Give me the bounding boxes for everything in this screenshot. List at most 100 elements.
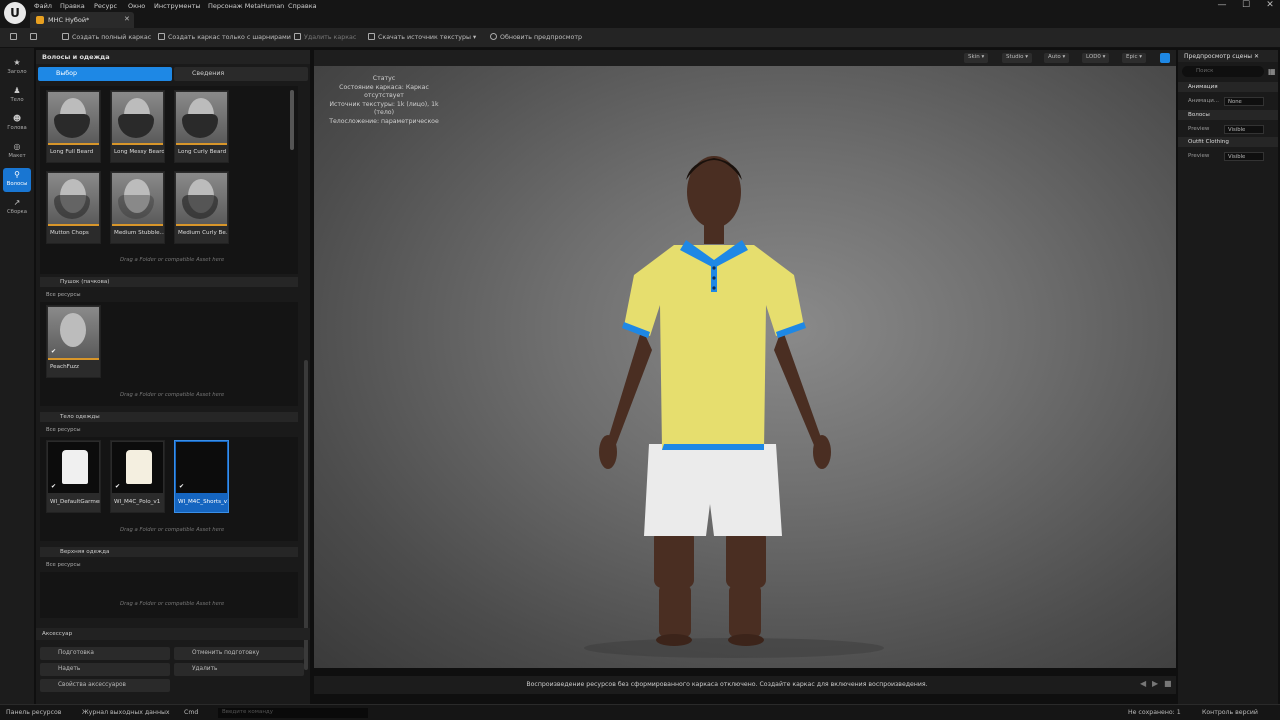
create-full-rig-label: Создать полный каркас xyxy=(72,34,152,41)
tile-underline xyxy=(48,358,99,360)
scene-preview-tab[interactable]: Предпросмотр сцены ✕ xyxy=(1178,50,1278,62)
menu-tools[interactable]: Инструменты xyxy=(154,2,201,10)
cancel-prepare-button[interactable]: Отменить подготовку xyxy=(174,647,304,660)
nav-item-blueprint[interactable]: ★ Заголо xyxy=(3,56,31,80)
close-window-button[interactable]: ✕ xyxy=(1262,0,1278,10)
status-body-type: Телосложение: параметрическое xyxy=(329,117,439,125)
browse-button[interactable] xyxy=(30,33,40,41)
unsaved-indicator[interactable]: Не сохранено: 1 xyxy=(1128,709,1181,716)
asset-tile-shorts[interactable]: ✔ WI_M4C_Shorts_v1 xyxy=(174,440,229,513)
beard-thumbnail xyxy=(112,92,163,143)
menu-metahuman[interactable]: Персонаж MetaHuman xyxy=(208,2,284,10)
download-textures-button[interactable]: Скачать источник текстуры ▾ xyxy=(368,33,476,41)
asset-tile-polo[interactable]: ✔ WI_M4C_Polo_v1 xyxy=(110,440,165,513)
skin-dropdown[interactable]: Skin ▾ xyxy=(964,53,989,63)
nav-label: Тело xyxy=(10,97,24,103)
create-full-rig-button[interactable]: Создать полный каркас xyxy=(62,33,151,41)
nav-item-assembly[interactable]: ↗ Сборка xyxy=(3,196,31,220)
status-overlay: Статус Состояние каркаса: Каркас отсутст… xyxy=(322,75,446,126)
section-header-outerwear[interactable]: Верхняя одежда xyxy=(40,547,298,557)
animation-select[interactable]: None xyxy=(1224,97,1264,106)
hair-clothing-panel: Волосы и одежда Выбор Сведения Long Full… xyxy=(36,50,310,704)
panel-title: Волосы и одежда xyxy=(36,50,310,64)
section-animation[interactable]: Анимация xyxy=(1178,82,1278,92)
section-header-peach-fuzz[interactable]: Пушок (пачкова) xyxy=(40,277,298,287)
asset-tile-default-garment[interactable]: ✔ WI_DefaultGarment xyxy=(46,440,101,513)
left-foot xyxy=(656,634,692,646)
asset-tile-mutton-chops[interactable]: Mutton Chops xyxy=(46,171,101,244)
save-button[interactable] xyxy=(10,33,20,41)
stop-icon[interactable]: ■ xyxy=(1164,679,1172,688)
maximize-button[interactable]: ☐ xyxy=(1238,0,1254,10)
close-icon[interactable]: ✕ xyxy=(1254,53,1259,60)
asset-tile-long-curly-beard[interactable]: Long Curly Beard xyxy=(174,90,229,163)
viewport-options-button[interactable] xyxy=(1160,53,1170,63)
studio-dropdown[interactable]: Studio ▾ xyxy=(1002,53,1033,63)
asset-tile-peachfuzz[interactable]: ✔ PeachFuzz xyxy=(46,305,101,378)
menu-file[interactable]: Файл xyxy=(34,2,52,10)
remove-button[interactable]: Удалить xyxy=(174,663,304,676)
version-control-button[interactable]: Контроль версий xyxy=(1202,709,1258,716)
menu-window[interactable]: Окно xyxy=(128,2,145,10)
menu-asset[interactable]: Ресурс xyxy=(94,2,117,10)
wear-button[interactable]: Надеть xyxy=(40,663,170,676)
section-subheader[interactable]: Все ресурсы xyxy=(40,562,81,568)
asset-tile-medium-stubble[interactable]: Medium Stubble... xyxy=(110,171,165,244)
play-icon[interactable]: ▶ xyxy=(1152,679,1158,688)
button xyxy=(712,286,716,290)
content-browser-button[interactable]: Панель ресурсов xyxy=(6,709,61,716)
section-outfit[interactable]: Outfit Clothing xyxy=(1178,137,1278,147)
tile-caption: Medium Curly Be... xyxy=(178,230,228,236)
document-tab[interactable]: MHC Нубой* ✕ xyxy=(30,12,134,28)
beard-thumbnail xyxy=(176,92,227,143)
section-header-clothing[interactable]: Тело одежды xyxy=(40,412,298,422)
assembly-icon: ↗ xyxy=(13,198,21,207)
tab-choose[interactable]: Выбор xyxy=(38,67,172,81)
delete-rig-button[interactable]: Удалить каркас xyxy=(294,33,356,41)
tab-info[interactable]: Сведения xyxy=(174,67,308,81)
create-joint-rig-button[interactable]: Создать каркас только с шарнирами xyxy=(158,33,291,41)
viewport[interactable]: Статус Состояние каркаса: Каркас отсутст… xyxy=(314,50,1176,668)
right-shin xyxy=(729,585,761,637)
prepare-button[interactable]: Подготовка xyxy=(40,647,170,660)
section-hair[interactable]: Волосы xyxy=(1178,110,1278,120)
nav-item-body[interactable]: ♟ Тело xyxy=(3,84,31,108)
nav-item-hair[interactable]: ⚲ Волосы xyxy=(3,168,31,192)
asset-tile-medium-curly-beard[interactable]: Medium Curly Be... xyxy=(174,171,229,244)
hair-preview-select[interactable]: Visible xyxy=(1224,125,1264,134)
tile-underline xyxy=(112,143,163,145)
left-thigh xyxy=(654,530,694,588)
section-subheader[interactable]: Все ресурсы xyxy=(40,292,81,298)
command-input[interactable]: Введите команду xyxy=(218,708,368,718)
quality-dropdown[interactable]: Epic ▾ xyxy=(1122,53,1147,63)
asset-tile-long-messy-beard[interactable]: Long Messy Beard xyxy=(110,90,165,163)
auto-dropdown[interactable]: Auto ▾ xyxy=(1044,53,1070,63)
animation-label: Анимаци... xyxy=(1188,98,1220,104)
scrollbar[interactable] xyxy=(304,360,308,670)
refresh-preview-button[interactable]: Обновить предпросмотр xyxy=(490,33,582,41)
shirt-shape xyxy=(126,450,152,484)
accessory-header[interactable]: Аксессуар xyxy=(36,628,310,640)
section-subheader[interactable]: Все ресурсы xyxy=(40,427,81,433)
tab-close-icon[interactable]: ✕ xyxy=(124,15,130,23)
lod-dropdown[interactable]: LOD0 ▾ xyxy=(1082,53,1110,63)
nav-item-makeup[interactable]: ◎ Макет xyxy=(3,140,31,164)
scrollbar[interactable] xyxy=(290,90,294,150)
nav-item-head[interactable]: ☻ Голова xyxy=(3,112,31,136)
viewport-message-bar: Воспроизведение ресурсов без сформирован… xyxy=(314,676,1176,694)
minimize-button[interactable]: — xyxy=(1214,0,1230,10)
search-input[interactable]: Поиск xyxy=(1182,66,1264,77)
asset-tile-long-full-beard[interactable]: Long Full Beard xyxy=(46,90,101,163)
head-icon: ☻ xyxy=(12,114,22,123)
output-log-button[interactable]: Журнал выходных данных xyxy=(82,709,170,716)
download-textures-label: Скачать источник текстуры ▾ xyxy=(378,34,477,41)
menu-edit[interactable]: Правка xyxy=(60,2,85,10)
play-back-icon[interactable]: ◀ xyxy=(1140,679,1146,688)
cmd-dropdown[interactable]: Cmd xyxy=(184,709,198,716)
grid-icon[interactable]: ▦ xyxy=(1268,67,1276,76)
unreal-logo-icon[interactable]: U xyxy=(4,2,26,24)
accessory-properties-button[interactable]: Свойства аксессуаров xyxy=(40,679,170,692)
tile-underline xyxy=(176,224,227,226)
outfit-preview-select[interactable]: Visible xyxy=(1224,152,1264,161)
menu-help[interactable]: Справка xyxy=(288,2,317,10)
